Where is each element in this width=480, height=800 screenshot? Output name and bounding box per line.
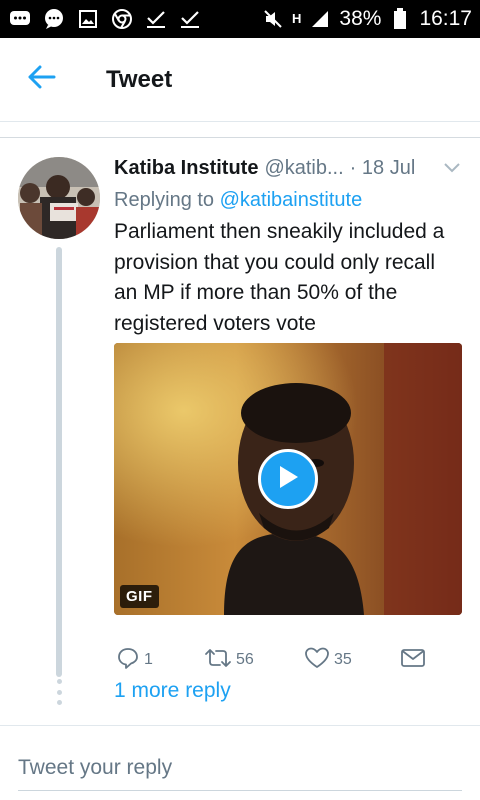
thread-dots (56, 679, 62, 705)
check-icon (178, 7, 202, 31)
chat-bubble-icon (8, 7, 32, 31)
author-name[interactable]: Katiba Institute (114, 157, 258, 180)
status-bar: H 38% 16:17 (0, 0, 480, 38)
retweet-button[interactable]: 56 (204, 647, 254, 674)
battery-icon (388, 7, 412, 31)
replying-prefix: Replying to (114, 189, 215, 211)
author-handle[interactable]: @katib... (264, 157, 343, 180)
battery-percent: 38% (339, 7, 382, 30)
like-button[interactable]: 35 (304, 646, 352, 675)
like-count: 35 (334, 651, 352, 668)
retweet-count: 56 (236, 651, 254, 668)
tweet-actions: 1 56 35 (114, 645, 462, 675)
chrome-icon (110, 7, 134, 31)
app-header: Tweet (0, 38, 480, 122)
check-icon (144, 7, 168, 31)
replying-to-link[interactable]: @katibainstitute (220, 189, 363, 211)
back-arrow-icon (28, 65, 56, 94)
notification-icons (8, 7, 202, 31)
tweet-item[interactable]: Katiba Institute @katib... · 18 Jul Repl… (0, 139, 480, 726)
avatar-photo (18, 157, 100, 239)
reply-composer (0, 727, 480, 800)
page-title: Tweet (106, 65, 173, 93)
message-icon (42, 7, 66, 31)
chevron-down-icon[interactable] (440, 156, 464, 180)
reply-icon (116, 646, 140, 675)
tweet-body: Katiba Institute @katib... · 18 Jul Repl… (114, 153, 464, 669)
thread-line (56, 247, 62, 677)
clock: 16:17 (419, 7, 472, 30)
gif-badge: GIF (120, 585, 159, 608)
reply-input[interactable] (18, 745, 462, 791)
heart-icon (304, 646, 330, 675)
retweet-icon (204, 647, 232, 674)
separator (0, 123, 480, 138)
replying-to: Replying to @katibainstitute (114, 185, 464, 215)
signal-icon (308, 7, 332, 31)
back-button[interactable] (14, 52, 70, 108)
tweet-header: Katiba Institute @katib... · 18 Jul (114, 153, 464, 183)
mute-icon (261, 7, 285, 31)
gallery-icon (76, 7, 100, 31)
more-replies-link[interactable]: 1 more reply (114, 679, 231, 703)
tweet-date: · 18 Jul (349, 156, 416, 179)
avatar[interactable] (18, 157, 100, 239)
direct-message-button[interactable] (400, 648, 426, 673)
envelope-icon (400, 648, 426, 673)
play-icon (276, 464, 300, 495)
gif-media[interactable]: GIF (114, 343, 462, 615)
play-button[interactable] (258, 449, 318, 509)
tweet-text: Parliament then sneakily included a prov… (114, 220, 445, 335)
reply-button[interactable]: 1 (116, 646, 153, 675)
system-status: H 38% 16:17 (261, 7, 472, 31)
network-type: H (292, 11, 302, 26)
reply-count: 1 (144, 651, 153, 668)
